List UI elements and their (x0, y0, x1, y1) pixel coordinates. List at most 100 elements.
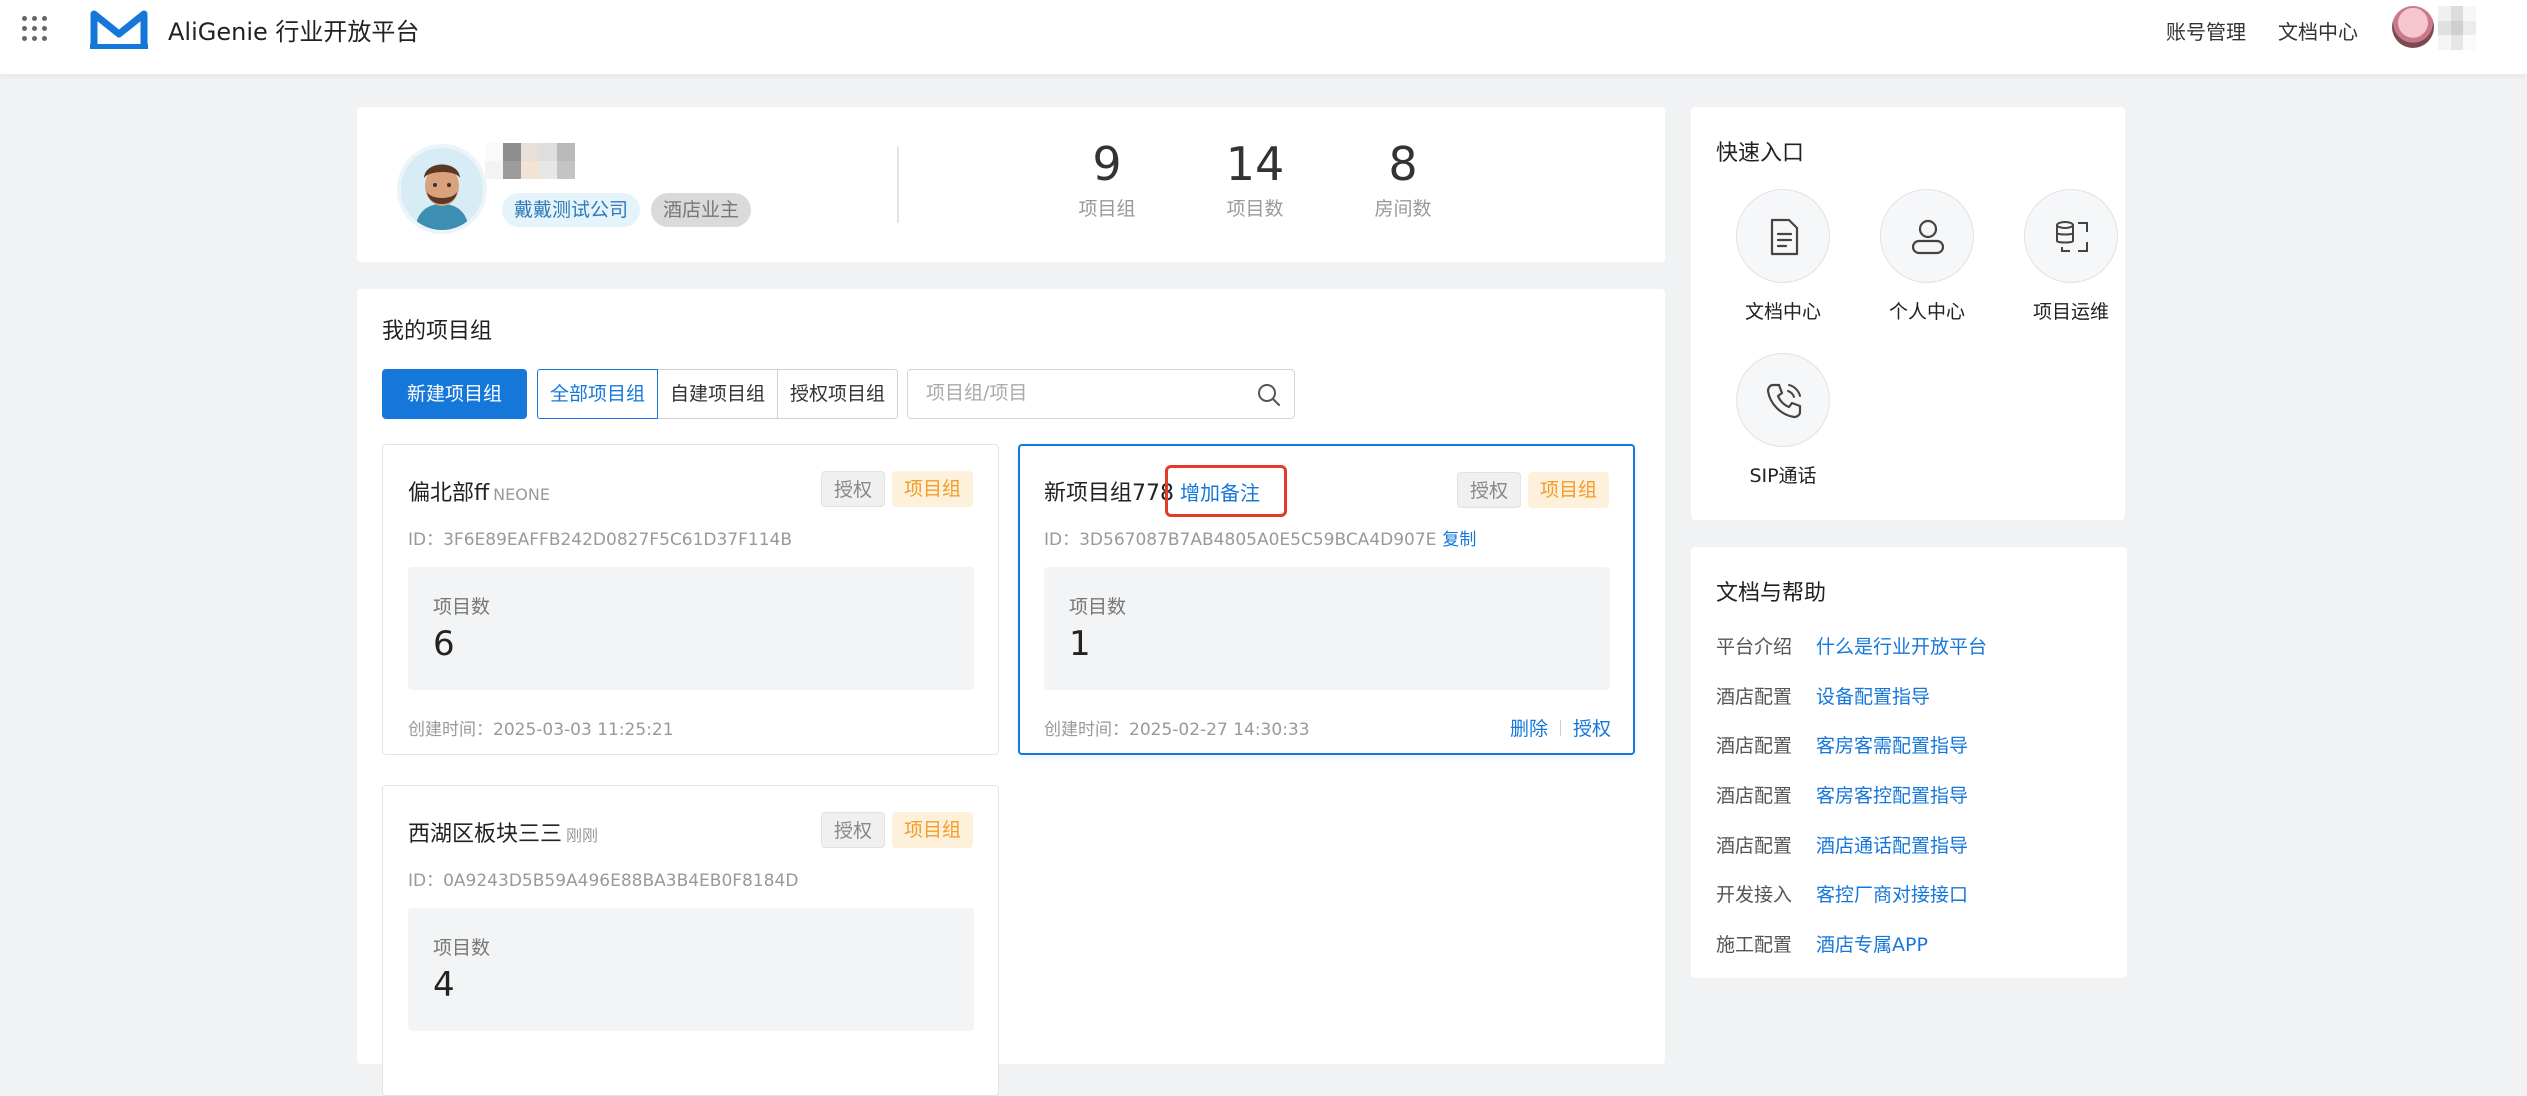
quick-doc-center[interactable]: 文档中心 (1713, 189, 1853, 324)
username-mosaic (2438, 6, 2476, 50)
delete-button[interactable]: 删除 (1510, 714, 1548, 741)
quick-circle (1880, 189, 1974, 283)
filter-authorized[interactable]: 授权项目组 (777, 369, 899, 419)
action-separator (1559, 719, 1561, 736)
doc-link[interactable]: 客房客控配置指导 (1816, 785, 1968, 807)
stat-label: 房间数 (1374, 198, 1432, 221)
project-group-card-selected[interactable]: 新项目组778 增加备注 授权 项目组 ID：3D567087B7AB4805A0… (1018, 444, 1635, 755)
divider (897, 147, 899, 223)
authorized-badge: 授权 (1456, 472, 1521, 508)
role-tag: 酒店业主 (651, 193, 752, 227)
new-project-group-button[interactable]: 新建项目组 (382, 369, 527, 419)
card-title: 西湖区板块三三 刚刚 (408, 816, 598, 848)
profile-panel: 戴戴测试公司 酒店业主 9 项目组 14 项目数 8 房间数 (357, 107, 1665, 262)
top-navigation-bar: AliGenie 行业开放平台 账号管理 文档中心 (0, 0, 2527, 74)
quick-label: SIP通话 (1749, 465, 1817, 487)
project-count-box: 项目数 4 (408, 908, 974, 1031)
ops-icon (2056, 221, 2088, 252)
count-label: 项目数 (1069, 596, 1127, 618)
id-label: ID： (408, 871, 444, 891)
id-value: 3D567087B7AB4805A0E5C59BCA4D907E (1079, 530, 1437, 550)
authorized-badge: 授权 (820, 471, 885, 507)
created-time: 创建时间：2025-03-03 11:25:21 (408, 715, 674, 740)
project-group-card[interactable]: 偏北部ff NEONE 授权 项目组 ID：3F6E89EAFFB242D0827… (382, 444, 999, 755)
quick-circle (1736, 189, 1830, 283)
doc-category: 酒店配置 (1716, 735, 1793, 757)
id-label: ID： (408, 530, 444, 550)
filter-all[interactable]: 全部项目组 (537, 369, 659, 419)
quick-label: 项目运维 (2032, 301, 2109, 323)
doc-row: 施工配置 酒店专属APP (1716, 930, 1928, 957)
stat-value: 14 (1225, 137, 1285, 191)
count-value: 6 (433, 624, 455, 664)
doc-row: 酒店配置 客房客需配置指导 (1716, 731, 1968, 758)
doc-row: 开发接入 客控厂商对接接口 (1716, 880, 1968, 907)
doc-category: 酒店配置 (1716, 686, 1793, 708)
panel-title: 文档与帮助 (1716, 581, 1827, 606)
doc-link[interactable]: 酒店通话配置指导 (1816, 835, 1968, 857)
panel-title: 快速入口 (1716, 141, 1805, 166)
created-label: 创建时间： (408, 720, 493, 740)
card-subtitle: NEONE (493, 485, 550, 504)
stat-projects: 14 项目数 (1195, 137, 1315, 221)
doc-category: 酒店配置 (1716, 835, 1793, 857)
stat-label: 项目组 (1078, 198, 1136, 221)
card-id: ID：0A9243D5B59A496E88BA3B4EB0F8184D (408, 866, 798, 891)
profile-name-mosaic (485, 143, 575, 179)
card-actions: 删除 授权 (1510, 714, 1611, 741)
card-name: 偏北部ff (408, 481, 490, 506)
doc-category: 开发接入 (1716, 884, 1793, 906)
created-value: 2025-02-27 14:30:33 (1129, 720, 1310, 740)
doc-link[interactable]: 设备配置指导 (1816, 686, 1930, 708)
project-count-box: 项目数 1 (1044, 567, 1610, 690)
group-badge: 项目组 (891, 812, 973, 848)
authorize-button[interactable]: 授权 (1573, 714, 1611, 741)
project-group-card[interactable]: 西湖区板块三三 刚刚 授权 项目组 ID：0A9243D5B59A496E88BA… (382, 785, 999, 1096)
id-value: 3F6E89EAFFB242D0827F5C61D37F114B (443, 530, 792, 550)
copy-id-link[interactable]: 复制 (1442, 530, 1476, 550)
search-icon[interactable] (1256, 382, 1282, 408)
count-value: 1 (1069, 624, 1091, 664)
quick-entry-panel: 快速入口 文档中心 个人中心 项目运维 SIP通话 (1691, 107, 2125, 520)
card-id: ID：3D567087B7AB4805A0E5C59BCA4D907E 复制 (1044, 525, 1476, 550)
apps-grid-icon[interactable] (22, 16, 48, 42)
created-time: 创建时间：2025-02-27 14:30:33 (1044, 715, 1310, 740)
stat-value: 9 (1092, 137, 1122, 191)
highlight-box (1165, 465, 1287, 517)
group-badge: 项目组 (1527, 472, 1609, 508)
card-name: 西湖区板块三三 (408, 822, 563, 847)
doc-center-link[interactable]: 文档中心 (2278, 16, 2358, 45)
quick-sip-call[interactable]: SIP通话 (1713, 353, 1853, 488)
search-input[interactable] (926, 382, 1226, 404)
card-name: 新项目组778 (1044, 481, 1174, 506)
authorized-badge: 授权 (820, 812, 885, 848)
card-id: ID：3F6E89EAFFB242D0827F5C61D37F114B (408, 525, 792, 550)
section-title: 我的项目组 (382, 319, 493, 344)
company-tag: 戴戴测试公司 (502, 193, 641, 227)
account-management-link[interactable]: 账号管理 (2166, 16, 2246, 45)
profile-avatar (397, 144, 487, 234)
search-box (907, 369, 1295, 419)
doc-link[interactable]: 酒店专属APP (1816, 934, 1928, 956)
user-icon (1911, 219, 1945, 255)
doc-link[interactable]: 什么是行业开放平台 (1816, 636, 1987, 658)
quick-personal-center[interactable]: 个人中心 (1857, 189, 1997, 324)
quick-project-ops[interactable]: 项目运维 (2001, 189, 2141, 324)
doc-link[interactable]: 客房客需配置指导 (1816, 735, 1968, 757)
user-avatar[interactable] (2392, 6, 2434, 48)
project-count-box: 项目数 6 (408, 567, 974, 690)
created-label: 创建时间： (1044, 720, 1129, 740)
count-label: 项目数 (433, 937, 491, 959)
count-label: 项目数 (433, 596, 491, 618)
stat-rooms: 8 房间数 (1343, 137, 1463, 221)
count-value: 4 (433, 965, 455, 1005)
filter-self-built[interactable]: 自建项目组 (657, 369, 779, 419)
aligenie-logo[interactable] (90, 8, 148, 50)
doc-category: 施工配置 (1716, 934, 1793, 956)
stat-label: 项目数 (1226, 198, 1284, 221)
doc-link[interactable]: 客控厂商对接接口 (1816, 884, 1968, 906)
project-groups-panel: 我的项目组 新建项目组 全部项目组 自建项目组 授权项目组 偏北部ffNEONE… (357, 289, 1665, 1096)
doc-row: 酒店配置 酒店通话配置指导 (1716, 831, 1968, 858)
stat-value: 8 (1388, 137, 1418, 191)
quick-circle (1736, 353, 1830, 447)
